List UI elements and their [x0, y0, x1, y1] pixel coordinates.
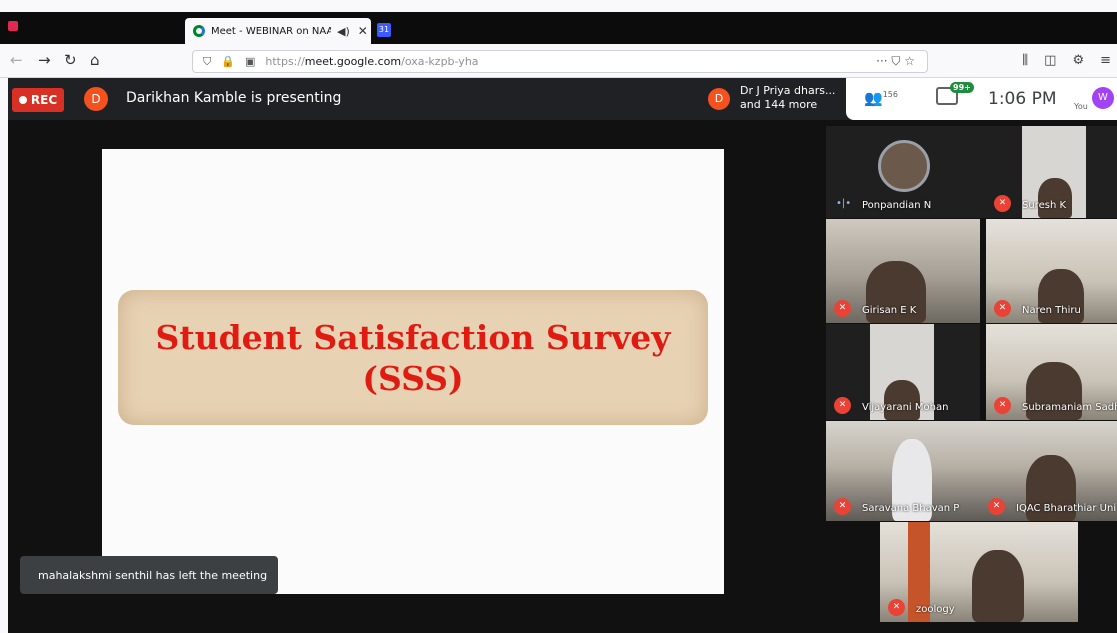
video-person [1038, 178, 1072, 218]
lock-icon[interactable]: 🔒 [221, 55, 235, 68]
library-icon[interactable]: ⫼ [1022, 53, 1028, 68]
participant-name: Suresh K [1022, 200, 1067, 211]
presenter-text: Darikhan Kamble is presenting [126, 90, 342, 106]
speaker-icon[interactable]: ◀) [337, 25, 350, 38]
participant-tile[interactable]: ✕ Subramaniam Sadha [986, 324, 1117, 420]
rec-label: REC [30, 93, 58, 107]
participant-tile[interactable]: ✕ Girisan E K [826, 219, 980, 323]
record-dot-icon [18, 96, 27, 104]
video-person [972, 550, 1024, 622]
nav-bar: ← → ↻ ⌂ ⛉ 🔒 ▣ https://meet.google.com/ox… [0, 44, 1117, 78]
extension-icon[interactable]: ⚙ [1072, 53, 1084, 68]
recording-indicator: REC [12, 88, 64, 112]
meet-top-bar: REC D Darikhan Kamble is presenting D Dr… [8, 78, 1117, 120]
participant-tile[interactable]: •|• Ponpandian N [826, 126, 986, 218]
participant-name: Girisan E K [862, 305, 917, 316]
participants-line1: Dr J Priya dhars... [740, 84, 836, 97]
participant-name: IQAC Bharathiar Uni [1016, 503, 1117, 514]
people-count: 156 [882, 90, 898, 99]
browser-window: Meet - WEBINAR on NAAC ◀) ✕ 31 ← → ↻ ⌂ ⛉… [0, 0, 1117, 633]
window-menu-icon[interactable] [8, 21, 18, 31]
people-icon: 👥 [864, 89, 883, 107]
tab-close-icon[interactable]: ✕ [358, 24, 368, 38]
slide-title-banner: Student Satisfaction Survey (SSS) [118, 290, 708, 425]
participant-tile[interactable]: ✕ Vijayarani Mohan [826, 324, 980, 420]
avatar [878, 140, 930, 192]
back-icon[interactable]: ← [10, 52, 23, 68]
mic-off-icon: ✕ [888, 599, 905, 616]
user-avatar[interactable]: W [1092, 87, 1114, 109]
meet-stage: REC D Darikhan Kamble is presenting D Dr… [8, 78, 1117, 633]
mic-off-icon: ✕ [994, 300, 1011, 317]
participant-tile[interactable]: ✕ Saravana Bhavan P [826, 421, 980, 521]
presentation-slide: Student Satisfaction Survey (SSS) [102, 149, 724, 594]
people-button[interactable]: 👥156 [864, 89, 898, 107]
presenter-avatar: D [84, 87, 108, 111]
participant-name: Naren Thiru [1022, 305, 1081, 316]
page-actions[interactable]: ··· ⛉ ☆ [876, 54, 927, 69]
participant-tile[interactable]: ✕ Suresh K [986, 126, 1117, 218]
mic-off-icon: ✕ [834, 300, 851, 317]
clock-time: 1:06 PM [988, 89, 1057, 109]
participant-name: Vijayarani Mohan [862, 402, 949, 413]
chat-badge: 99+ [950, 82, 974, 93]
slide-title-line2: (SSS) [362, 358, 464, 398]
participant-tile[interactable]: ✕ zoology [880, 522, 1078, 622]
mic-off-icon: ✕ [834, 397, 851, 414]
participants-summary[interactable]: Dr J Priya dhars... and 144 more [740, 84, 838, 112]
tab-title: Meet - WEBINAR on NAAC [211, 25, 331, 37]
participants-line2: and 144 more [740, 98, 818, 111]
url-path: /oxa-kzpb-yha [401, 55, 479, 68]
sidebar-icon[interactable]: ◫ [1044, 53, 1056, 68]
mic-off-icon: ✕ [994, 195, 1011, 212]
url-prefix: https:// [265, 55, 305, 68]
url-host: meet.google.com [304, 55, 402, 68]
home-icon[interactable]: ⌂ [90, 52, 100, 68]
meet-info-panel: 👥156 99+ 1:06 PM You W [846, 78, 1117, 120]
shield-icon[interactable]: ⛉ [203, 55, 211, 69]
participant-name: Subramaniam Sadha [1022, 402, 1117, 413]
participant-name: zoology [916, 604, 955, 615]
participant-name: Ponpandian N [862, 200, 932, 211]
mic-off-icon: ✕ [994, 397, 1011, 414]
participant-tile[interactable]: ✕ IQAC Bharathiar Uni [980, 421, 1117, 521]
url-bar[interactable]: ⛉ 🔒 ▣ https://meet.google.com/oxa-kzpb-y… [192, 50, 928, 73]
tab-calendar[interactable]: 31 [377, 23, 391, 37]
meet-favicon-icon [193, 25, 205, 37]
notification-toast: mahalakshmi senthil has left the meeting [20, 556, 278, 594]
you-label: You [1074, 102, 1088, 111]
participant-tile[interactable]: ✕ Naren Thiru [986, 219, 1117, 323]
toolbar-right: ⫼ ◫ ⚙ ≡ [1022, 53, 1111, 68]
mic-off-icon: ✕ [834, 498, 851, 515]
video-person [884, 380, 920, 420]
permissions-icon[interactable]: ▣ [245, 55, 255, 68]
slide-title-line1: Student Satisfaction Survey [155, 317, 671, 357]
participant-name: Saravana Bhavan P [862, 503, 960, 514]
tab-strip: Meet - WEBINAR on NAAC ◀) ✕ 31 [0, 12, 1117, 44]
forward-icon[interactable]: → [38, 52, 51, 68]
speaking-icon: •|• [836, 198, 852, 209]
mic-off-icon: ✕ [988, 498, 1005, 515]
reload-icon[interactable]: ↻ [64, 52, 77, 68]
menu-icon[interactable]: ≡ [1100, 53, 1111, 68]
tab-meet[interactable]: Meet - WEBINAR on NAAC ◀) ✕ [185, 18, 371, 44]
participants-avatar: D [708, 88, 730, 110]
